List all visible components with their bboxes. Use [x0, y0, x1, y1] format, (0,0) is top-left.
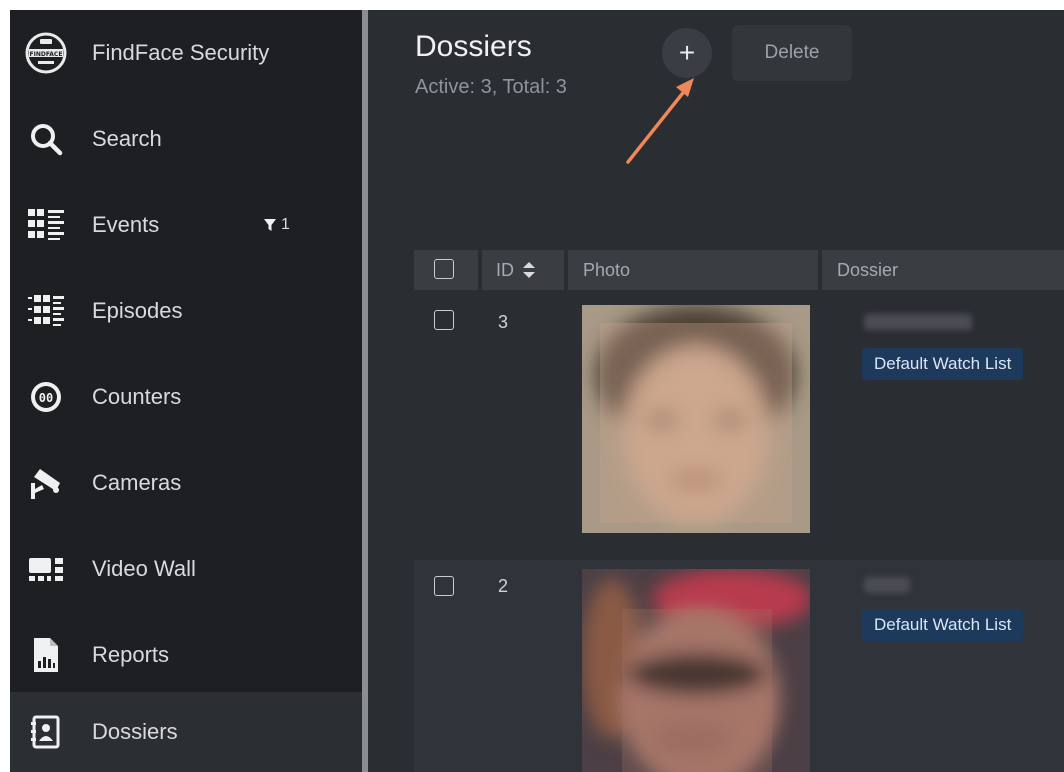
findface-logo-icon: FINDFACE	[24, 31, 68, 75]
face-photo[interactable]	[582, 305, 810, 533]
sidebar-item-label: Reports	[92, 642, 170, 667]
column-header-label: ID	[496, 259, 514, 280]
camera-icon	[24, 461, 68, 505]
column-header-photo: Photo	[568, 250, 818, 290]
select-all-header	[414, 250, 478, 290]
video-wall-icon	[24, 547, 68, 591]
sidebar-item-label: Episodes	[92, 298, 183, 323]
events-filter-badge[interactable]: 1	[263, 216, 290, 234]
row-checkbox[interactable]	[434, 310, 454, 330]
search-icon	[24, 117, 68, 161]
dossiers-icon	[24, 710, 68, 754]
sidebar-item-events[interactable]: Events 1	[10, 182, 362, 268]
face-photo[interactable]	[582, 569, 810, 772]
table-row[interactable]: 3 Default Watch List	[414, 294, 1064, 558]
sidebar-item-label: Search	[92, 126, 162, 151]
page-subtitle: Active: 3, Total: 3	[415, 76, 567, 98]
sidebar-item-counters[interactable]: 00 Counters	[10, 354, 362, 440]
app-brand[interactable]: FINDFACE FindFace Security	[10, 10, 362, 96]
sidebar-item-dossiers[interactable]: Dossiers	[10, 692, 362, 772]
svg-text:FINDFACE: FINDFACE	[30, 51, 63, 58]
column-header-label: Dossier	[837, 259, 899, 280]
filter-count: 1	[281, 216, 290, 233]
svg-text:00: 00	[39, 391, 53, 405]
sort-icon	[523, 262, 535, 278]
app-window: FINDFACE FindFace Security Search Events…	[10, 10, 1064, 772]
delete-button[interactable]: Delete	[732, 25, 852, 81]
sidebar-item-search[interactable]: Search	[10, 96, 362, 182]
column-header-id[interactable]: ID	[482, 250, 564, 290]
sidebar-item-label: Events	[92, 212, 160, 237]
column-header-label: Photo	[583, 259, 631, 280]
events-icon	[24, 203, 68, 247]
sidebar-item-label: Video Wall	[92, 556, 196, 581]
column-header-dossier: Dossier	[822, 250, 1064, 290]
select-all-checkbox[interactable]	[434, 259, 454, 279]
table-row[interactable]: 2 Default Watch List	[414, 560, 1064, 772]
page-title: Dossiers	[415, 30, 532, 63]
filter-icon	[264, 219, 276, 231]
watch-list-badge: Default Watch List	[862, 609, 1024, 641]
sidebar-item-episodes[interactable]: Episodes	[10, 268, 362, 354]
watch-list-badge: Default Watch List	[862, 348, 1024, 380]
main-content: Dossiers Active: 3, Total: 3 + Delete ID…	[368, 10, 1064, 772]
counters-icon: 00	[24, 375, 68, 419]
sidebar-item-label: Counters	[92, 384, 182, 409]
dossier-name-redacted[interactable]	[864, 314, 972, 330]
dossier-name-redacted[interactable]	[864, 577, 910, 593]
row-checkbox[interactable]	[434, 576, 454, 596]
row-id: 2	[498, 576, 509, 596]
sidebar-item-reports[interactable]: Reports	[10, 612, 362, 698]
episodes-icon	[24, 289, 68, 333]
app-name: FindFace Security	[92, 40, 270, 65]
sidebar-item-label: Dossiers	[92, 719, 178, 744]
sidebar: FINDFACE FindFace Security Search Events…	[10, 10, 362, 772]
reports-icon	[24, 633, 68, 677]
annotation-arrow	[626, 78, 694, 164]
sidebar-item-cameras[interactable]: Cameras	[10, 440, 362, 526]
sidebar-item-video-wall[interactable]: Video Wall	[10, 526, 362, 612]
row-id: 3	[498, 312, 509, 332]
sidebar-item-label: Cameras	[92, 470, 182, 495]
